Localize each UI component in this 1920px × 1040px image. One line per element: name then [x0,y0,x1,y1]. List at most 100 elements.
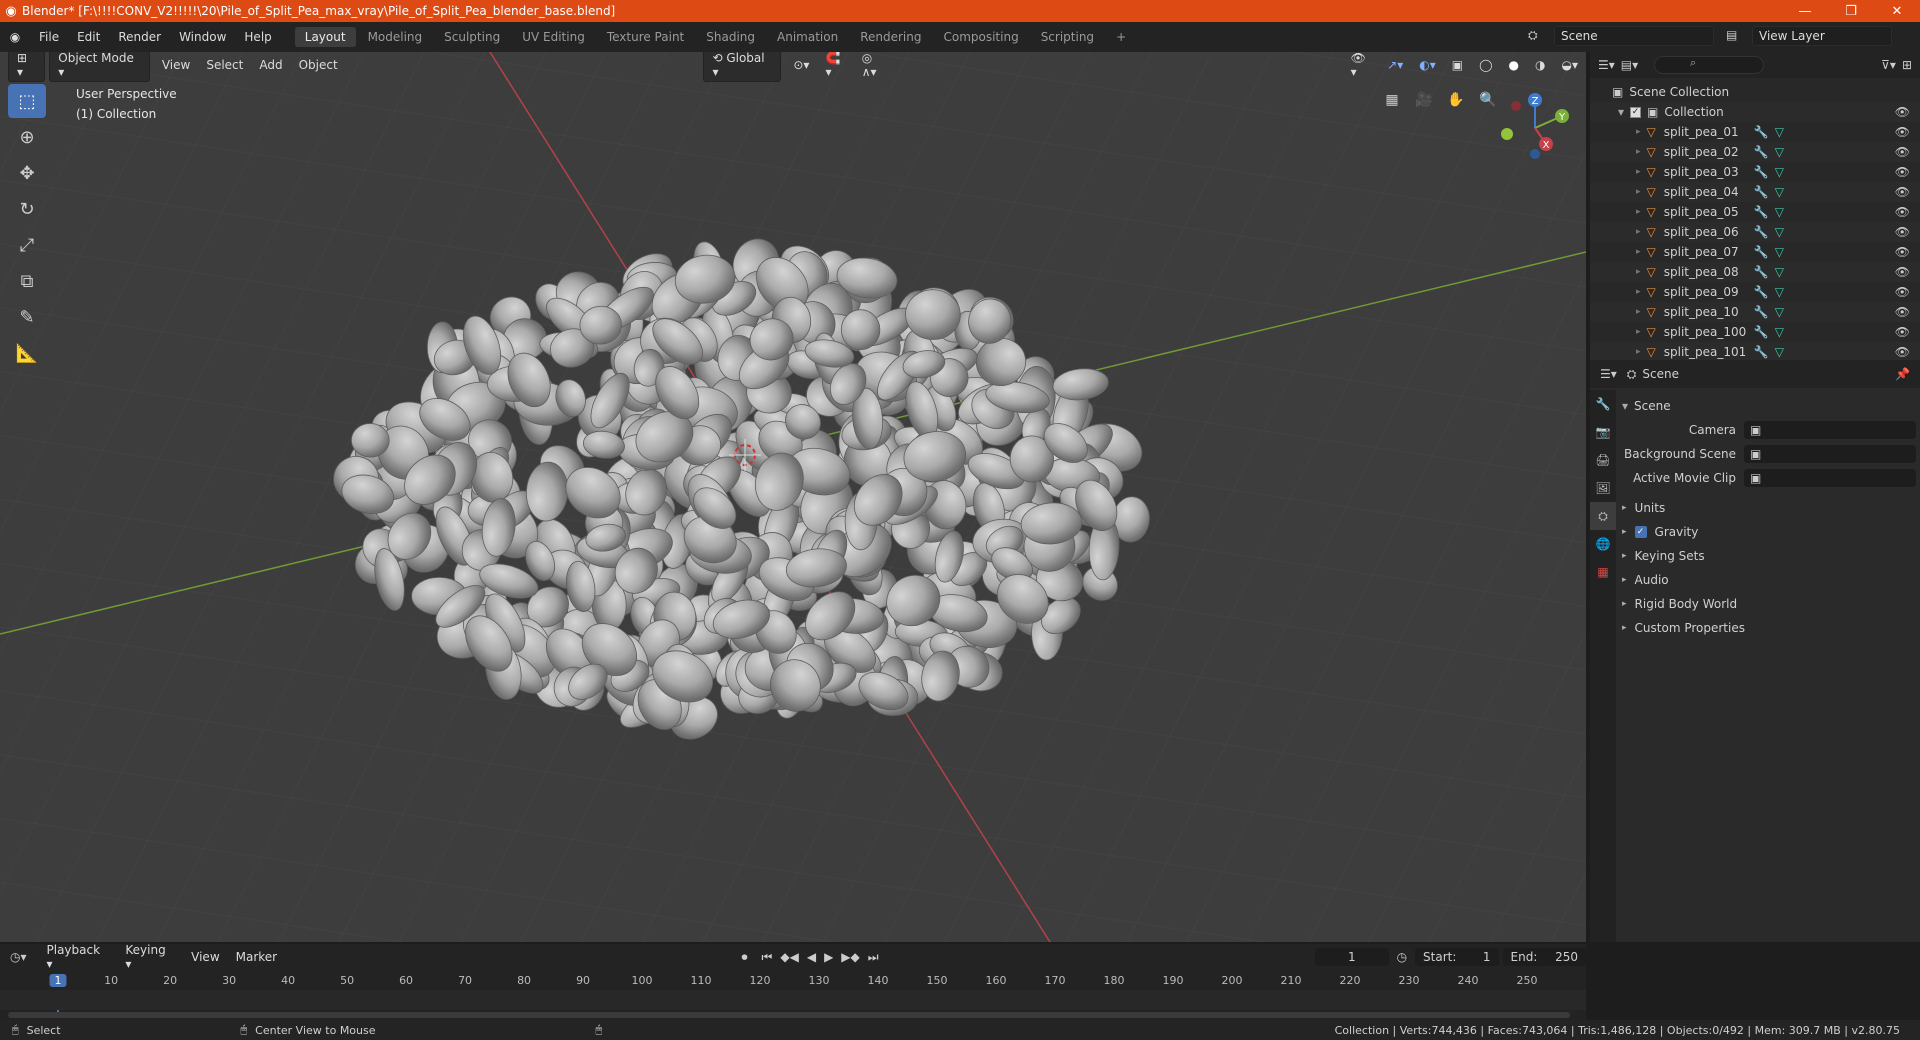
jump-end-button[interactable]: ⏭ [868,950,879,965]
tab-sculpting[interactable]: Sculpting [434,27,510,47]
blender-menu-icon[interactable]: ◉ [0,30,30,44]
gizmo-toggle-icon[interactable]: ↗▾ [1379,56,1411,74]
view-layer-tab-icon[interactable]: 🖼 [1590,474,1616,502]
mesh-data-icon[interactable]: ▽ [1775,325,1784,339]
timeline-menu-playback[interactable]: Playback ▾ [39,941,118,973]
tab-rendering[interactable]: Rendering [850,27,931,47]
scene-selector[interactable]: Scene [1554,26,1714,46]
menu-window[interactable]: Window [170,30,235,44]
modifier-wrench-icon[interactable]: 🔧 [1754,225,1769,239]
expand-arrow-icon[interactable]: ▸ [1636,167,1641,177]
split-pea[interactable] [840,309,881,351]
mesh-data-icon[interactable]: ▽ [1775,125,1784,139]
play-reverse-button[interactable]: ◀ [807,950,816,964]
viewport-menu-view[interactable]: View [154,56,198,74]
visibility-eye-icon[interactable]: 👁 [1895,325,1910,339]
subpanel-header[interactable]: ▸ Keying Sets [1622,544,1916,568]
visibility-eye-icon[interactable]: 👁 [1895,165,1910,179]
visibility-eye-icon[interactable]: 👁 [1895,145,1910,159]
scale-tool-icon[interactable]: ⤢ [8,228,46,262]
modifier-wrench-icon[interactable]: 🔧 [1754,245,1769,259]
overlay-toggle-icon[interactable]: ◐▾ [1411,56,1444,74]
next-keyframe-button[interactable]: ▶◆ [841,950,859,964]
mesh-data-icon[interactable]: ▽ [1775,225,1784,239]
field-value-selector[interactable]: ▣ [1744,469,1916,487]
collection-checkbox[interactable]: ✓ [1630,106,1642,118]
3d-viewport[interactable]: ⊞ ▾ Object Mode ▾ View Select Add Object… [0,52,1586,942]
preview-range-icon[interactable]: ◷ [1397,950,1407,964]
modifier-wrench-icon[interactable]: 🔧 [1754,185,1769,199]
rotate-tool-icon[interactable]: ↻ [8,192,46,226]
expand-arrow-icon[interactable]: ▸ [1636,287,1641,297]
mesh-data-icon[interactable]: ▽ [1775,245,1784,259]
visibility-eye-icon[interactable]: 👁 [1895,125,1910,139]
tab-texture-paint[interactable]: Texture Paint [597,27,694,47]
mesh-data-icon[interactable]: ▽ [1775,345,1784,359]
play-button[interactable]: ▶ [824,950,833,964]
tab-layout[interactable]: Layout [294,27,356,47]
expand-arrow-icon[interactable]: ▸ [1636,147,1641,157]
visibility-eye-icon[interactable]: 👁 [1895,185,1910,199]
cursor-tool-icon[interactable]: ⊕ [8,120,46,154]
modifier-wrench-icon[interactable]: 🔧 [1754,305,1769,319]
shading-wireframe-icon[interactable]: ◯ [1471,56,1500,74]
editor-type-button[interactable]: ⊞ ▾ [8,52,46,82]
timeline-menu-marker[interactable]: Marker [228,948,285,966]
jump-start-button[interactable]: ⏮ [762,950,773,965]
toggle-grid-icon[interactable]: ▦ [1380,88,1404,112]
outliner-object-row[interactable]: ▸ ▽ split_pea_10 🔧 ▽ 👁 [1590,302,1920,322]
render-tab-icon[interactable]: 📷 [1590,418,1616,446]
viewport-menu-select[interactable]: Select [198,56,251,74]
outliner-object-row[interactable]: ▸ ▽ split_pea_101 🔧 ▽ 👁 [1590,342,1920,362]
modifier-wrench-icon[interactable]: 🔧 [1754,165,1769,179]
outliner-search-input[interactable] [1654,56,1765,74]
navigation-gizmo[interactable]: Z Y X [1490,88,1580,168]
expand-arrow-icon[interactable]: ▸ [1636,267,1641,277]
menu-file[interactable]: File [30,30,68,44]
mesh-data-icon[interactable]: ▽ [1775,205,1784,219]
menu-render[interactable]: Render [109,30,170,44]
modifier-wrench-icon[interactable]: 🔧 [1754,325,1769,339]
outliner-object-row[interactable]: ▸ ▽ split_pea_05 🔧 ▽ 👁 [1590,202,1920,222]
outliner-object-row[interactable]: ▸ ▽ split_pea_08 🔧 ▽ 👁 [1590,262,1920,282]
expand-arrow-icon[interactable]: ▸ [1636,327,1641,337]
expand-arrow-icon[interactable]: ▸ [1636,347,1641,357]
outliner-object-row[interactable]: ▸ ▽ split_pea_100 🔧 ▽ 👁 [1590,322,1920,342]
outliner-object-row[interactable]: ▸ ▽ split_pea_06 🔧 ▽ 👁 [1590,222,1920,242]
xray-icon[interactable]: ▣ [1444,56,1471,74]
timeline-track-area[interactable] [0,990,1586,1010]
current-frame-field[interactable]: 1 [1315,948,1389,966]
mesh-data-icon[interactable]: ▽ [1775,265,1784,279]
expand-arrow-icon[interactable]: ▸ [1636,247,1641,257]
modifier-wrench-icon[interactable]: 🔧 [1754,345,1769,359]
measure-tool-icon[interactable]: 📐 [8,336,46,370]
pan-hand-icon[interactable]: ✋ [1444,88,1468,112]
visibility-eye-icon[interactable]: 👁 [1895,205,1910,219]
tab-compositing[interactable]: Compositing [933,27,1028,47]
select-box-icon[interactable]: ⬚ [8,84,46,118]
object-mode-dropdown[interactable]: Object Mode ▾ [49,52,150,82]
record-button[interactable]: ⏺ [742,950,748,965]
expand-arrow-icon[interactable]: ▸ [1636,227,1641,237]
subpanel-header[interactable]: ▸ ✓ Gravity [1622,520,1916,544]
subpanel-header[interactable]: ▸ Units [1622,496,1916,520]
visibility-eye-icon[interactable]: 👁 [1895,225,1910,239]
move-tool-icon[interactable]: ✥ [8,156,46,190]
visibility-eye-icon[interactable]: 👁 [1895,105,1910,119]
gizmo-neg-z-axis[interactable] [1530,149,1540,159]
mesh-data-icon[interactable]: ▽ [1775,165,1784,179]
scene-selector-icon[interactable]: ⛭ [1528,28,1538,43]
visibility-eye-icon[interactable]: 👁 [1895,265,1910,279]
add-workspace-button[interactable]: + [1106,27,1136,47]
transform-tool-icon[interactable]: ⧉ [8,264,46,298]
modifier-wrench-icon[interactable]: 🔧 [1754,145,1769,159]
expand-arrow-icon[interactable]: ▸ [1636,207,1641,217]
tab-uv-editing[interactable]: UV Editing [512,27,595,47]
subpanel-header[interactable]: ▸ Custom Properties [1622,616,1916,640]
shading-solid-icon[interactable]: ● [1501,56,1527,74]
field-value-selector[interactable]: ▣ [1744,445,1916,463]
outliner-object-row[interactable]: ▸ ▽ split_pea_07 🔧 ▽ 👁 [1590,242,1920,262]
transform-orientation-dropdown[interactable]: ⟲ Global ▾ [703,52,782,82]
end-frame-field[interactable]: End: 250 [1502,948,1586,966]
visibility-eye-icon[interactable]: 👁 [1895,305,1910,319]
